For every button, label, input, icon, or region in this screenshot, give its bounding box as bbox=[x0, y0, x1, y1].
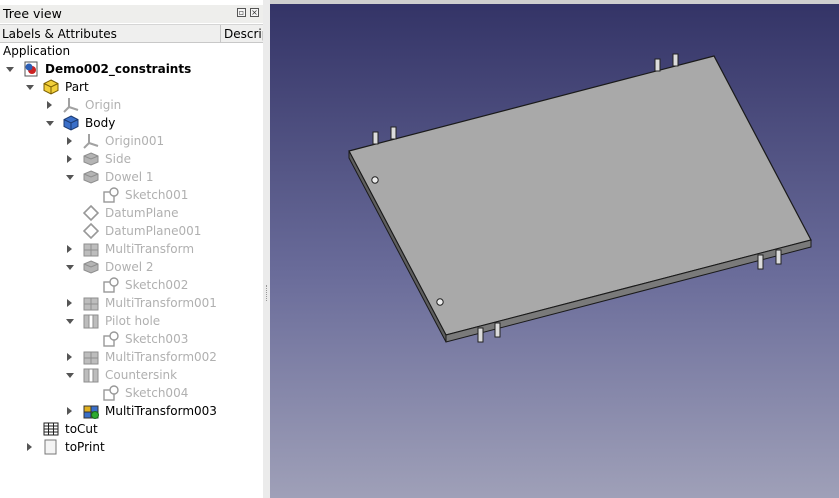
expander-icon[interactable] bbox=[66, 265, 74, 270]
tree-item-label: DatumPlane001 bbox=[105, 224, 202, 238]
tree-item-label: MultiTransform002 bbox=[105, 350, 217, 364]
tree-item-label: Dowel 1 bbox=[105, 170, 154, 184]
panel-title-bar: Tree view ▫ × bbox=[0, 5, 263, 23]
expander-icon[interactable] bbox=[67, 407, 72, 415]
sketch-icon bbox=[103, 187, 119, 203]
multitransform-icon bbox=[83, 351, 99, 365]
tree-item-label: Pilot hole bbox=[105, 314, 161, 328]
dowel-pin bbox=[672, 53, 679, 67]
dowel-pin bbox=[390, 126, 397, 140]
expander-icon[interactable] bbox=[66, 319, 74, 324]
pad-icon bbox=[83, 170, 99, 184]
page-icon bbox=[44, 439, 57, 455]
dowel-pin bbox=[757, 254, 764, 270]
expander-icon[interactable] bbox=[47, 101, 52, 109]
expander-icon[interactable] bbox=[67, 155, 72, 163]
hole-icon bbox=[83, 368, 99, 383]
pilot-hole bbox=[436, 298, 444, 306]
dowel-pin bbox=[654, 58, 661, 72]
hole-icon bbox=[83, 314, 99, 329]
sketch-icon bbox=[103, 331, 119, 347]
tree-item-label: Sketch003 bbox=[125, 332, 189, 346]
tree-item-label: Demo002_constraints bbox=[45, 62, 192, 76]
column-header-description[interactable]: Description bbox=[224, 27, 263, 41]
expander-icon[interactable] bbox=[66, 373, 74, 378]
tree-item-label: toPrint bbox=[65, 440, 105, 454]
datum-plane-icon bbox=[83, 223, 99, 239]
tree-item-label: Sketch001 bbox=[125, 188, 189, 202]
tree-item-label: MultiTransform001 bbox=[105, 296, 217, 310]
panel-splitter[interactable] bbox=[263, 0, 270, 498]
body-icon bbox=[63, 115, 79, 131]
pad-icon bbox=[83, 260, 99, 274]
column-header-labels[interactable]: Labels & Attributes bbox=[2, 27, 117, 41]
document-icon bbox=[24, 61, 38, 77]
tree-item-label: Side bbox=[105, 152, 131, 166]
tree-item-label: toCut bbox=[65, 422, 98, 436]
expander-icon[interactable] bbox=[6, 67, 14, 72]
tree-item-label: Dowel 2 bbox=[105, 260, 154, 274]
tree-item-label: DatumPlane bbox=[105, 206, 179, 220]
dowel-pin bbox=[775, 249, 782, 265]
tree-item-label: Origin001 bbox=[105, 134, 165, 148]
expander-icon[interactable] bbox=[67, 245, 72, 253]
splitter-grip[interactable] bbox=[266, 285, 268, 301]
tree-item-label: Origin bbox=[85, 98, 122, 112]
tree-item-label: MultiTransform003 bbox=[105, 404, 217, 418]
sketch-icon bbox=[103, 277, 119, 293]
multitransform-icon bbox=[83, 297, 99, 311]
expander-icon[interactable] bbox=[26, 85, 34, 90]
origin-axes-icon bbox=[63, 98, 79, 113]
tree-item-label: Body bbox=[85, 116, 116, 130]
part-model[interactable] bbox=[270, 0, 839, 498]
expander-icon[interactable] bbox=[27, 443, 32, 451]
dowel-pin bbox=[477, 327, 484, 343]
dowel-pin bbox=[494, 322, 501, 338]
sketch-icon bbox=[103, 385, 119, 401]
close-icon[interactable]: × bbox=[250, 8, 259, 17]
datum-plane-icon bbox=[83, 205, 99, 221]
multitransform-tip-icon bbox=[83, 405, 99, 419]
tree-view-panel: Tree view ▫ × Labels & Attributes Descri… bbox=[0, 0, 263, 498]
tree-root-label: Application bbox=[3, 44, 71, 58]
part-icon bbox=[43, 79, 59, 95]
origin-axes-icon bbox=[83, 134, 99, 149]
pilot-hole bbox=[371, 176, 379, 184]
dowel-pin bbox=[372, 131, 379, 145]
expander-icon[interactable] bbox=[46, 121, 54, 126]
tree-item-label: Countersink bbox=[105, 368, 178, 382]
expander-icon[interactable] bbox=[67, 137, 72, 145]
expander-icon[interactable] bbox=[67, 353, 72, 361]
3d-viewport[interactable] bbox=[270, 0, 839, 498]
tree-item-label: MultiTransform bbox=[105, 242, 195, 256]
panel-title: Tree view bbox=[3, 6, 62, 21]
expander-icon[interactable] bbox=[66, 175, 74, 180]
float-icon[interactable]: ▫ bbox=[237, 8, 246, 17]
pad-icon bbox=[83, 152, 99, 166]
tree-item-label: Part bbox=[65, 80, 89, 94]
expander-icon[interactable] bbox=[67, 299, 72, 307]
tree-item-label: Sketch004 bbox=[125, 386, 189, 400]
column-separator[interactable] bbox=[220, 25, 221, 43]
tree-header: Labels & Attributes Description bbox=[0, 24, 263, 43]
spreadsheet-icon bbox=[43, 422, 59, 436]
multitransform-icon bbox=[83, 243, 99, 257]
plate-top-face[interactable] bbox=[348, 55, 812, 336]
tree-item-label: Sketch002 bbox=[125, 278, 189, 292]
